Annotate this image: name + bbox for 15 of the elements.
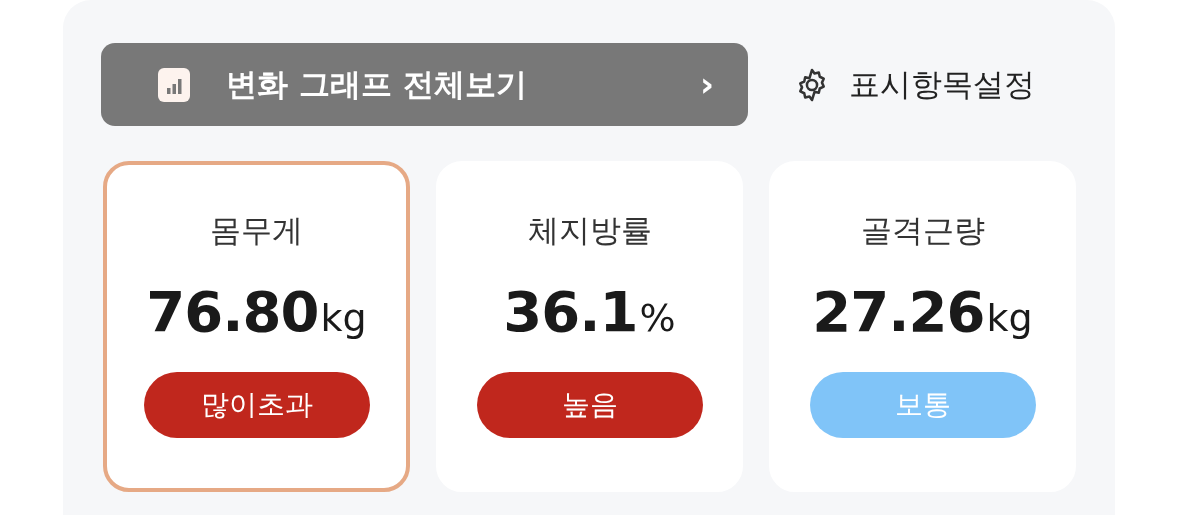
metric-label: 골격근량 — [860, 215, 985, 246]
metric-value: 36.1% — [503, 284, 676, 340]
graph-button[interactable]: 변화 그래프 전체보기 › — [101, 43, 748, 126]
metric-card[interactable]: 골격근량 27.26kg 보통 — [769, 161, 1076, 492]
metric-card[interactable]: 체지방률 36.1% 높음 — [436, 161, 743, 492]
settings-button[interactable]: 표시항목설정 — [793, 61, 1035, 108]
metric-card[interactable]: 몸무게 76.80kg 많이초과 — [103, 161, 410, 492]
metric-value: 27.26kg — [812, 284, 1033, 340]
status-badge: 많이초과 — [143, 372, 370, 438]
bar-chart-icon — [158, 67, 190, 102]
status-badge: 보통 — [809, 372, 1036, 438]
metric-value: 76.80kg — [146, 284, 367, 340]
metric-label: 몸무게 — [210, 215, 303, 246]
metric-label: 체지방률 — [527, 215, 652, 246]
status-badge: 높음 — [476, 372, 703, 438]
